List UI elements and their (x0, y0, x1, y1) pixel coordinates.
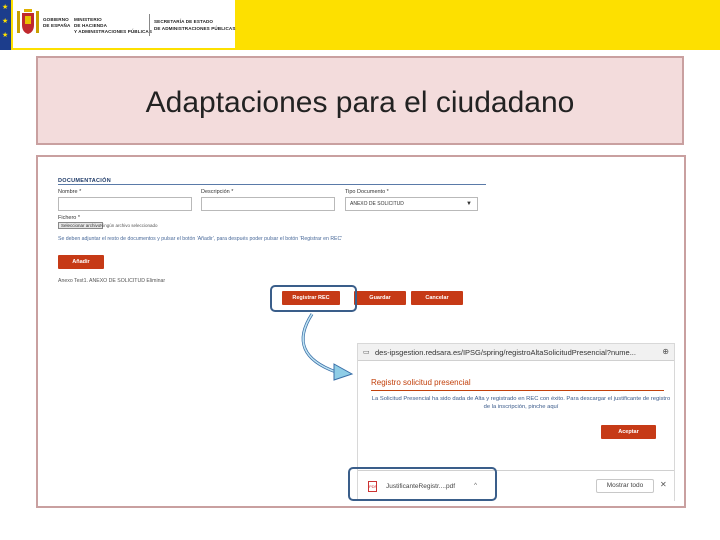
logo-divider (149, 14, 150, 36)
name-label: Nombre * (58, 189, 82, 195)
section-divider (58, 184, 486, 185)
cancel-button[interactable]: Cancelar (411, 291, 463, 305)
dropdown-arrow-icon: ▼ (466, 201, 472, 207)
address-url: des-ipsgestion.redsara.es/IPSG/spring/re… (375, 348, 636, 357)
ministry-line2: DE HACIENDA (74, 23, 108, 28)
popup-divider (371, 390, 664, 391)
slide-title: Adaptaciones para el ciudadano (145, 86, 575, 119)
download-highlight (348, 467, 497, 501)
description-input[interactable] (201, 197, 335, 211)
eu-star-icon: ★ (2, 32, 9, 39)
zoom-icon[interactable]: ⊕ (662, 347, 669, 356)
header-band: ★ ★ ★ GOBIERNO DE ESPAÑA MINISTERIO DE H… (0, 0, 720, 50)
slide-title-box: Adaptaciones para el ciudadano (36, 56, 684, 145)
coat-of-arms-icon (17, 9, 39, 34)
file-label: Fichero * (58, 215, 81, 221)
secretariat-line2: DE ADMINISTRACIONES PÚBLICAS (154, 26, 236, 31)
attached-document: Anexo Test1. ANEXO DE SOLICITUD Eliminar (58, 278, 166, 284)
close-icon[interactable]: ✕ (660, 480, 667, 489)
save-button[interactable]: Guardar (354, 291, 406, 305)
popup-heading: Registro solicitud presencial (371, 378, 471, 387)
file-status: Ningún archivo seleccionado (100, 223, 158, 228)
doc-type-label: Tipo Documento * (345, 189, 389, 195)
add-button[interactable]: Añadir (58, 255, 104, 269)
eu-star-icon: ★ (2, 4, 9, 11)
gov-line2: DE ESPAÑA (43, 23, 71, 28)
ministry-line1: MINISTERIO (74, 17, 102, 22)
instruction-text: Se deben adjuntar el resto de documentos… (58, 236, 343, 242)
ministry-line3: Y ADMINISTRACIONES PÚBLICAS (74, 29, 152, 34)
eu-flag-strip: ★ ★ ★ (0, 0, 11, 50)
register-button-highlight (270, 285, 357, 312)
secretariat-line1: SECRETARÍA DE ESTADO (154, 19, 214, 24)
address-bar[interactable]: ▭ des-ipsgestion.redsara.es/IPSG/spring/… (358, 344, 674, 361)
choose-file-button[interactable]: Seleccionar archivo (58, 222, 104, 229)
name-input[interactable] (58, 197, 192, 211)
page-info-icon: ▭ (363, 349, 370, 356)
accept-button[interactable]: Aceptar (601, 425, 656, 439)
popup-message: La Solicitud Presencial ha sido dada de … (371, 396, 671, 410)
doc-type-select[interactable]: ANEXO DE SOLICITUD ▼ (345, 197, 478, 211)
doc-type-value: ANEXO DE SOLICITUD (350, 201, 404, 207)
description-label: Descripción * (201, 189, 234, 195)
gov-line1: GOBIERNO (43, 17, 69, 22)
government-logo-card: GOBIERNO DE ESPAÑA MINISTERIO DE HACIEND… (13, 0, 235, 48)
show-all-button[interactable]: Mostrar todo (596, 479, 654, 493)
eu-star-icon: ★ (2, 18, 9, 25)
